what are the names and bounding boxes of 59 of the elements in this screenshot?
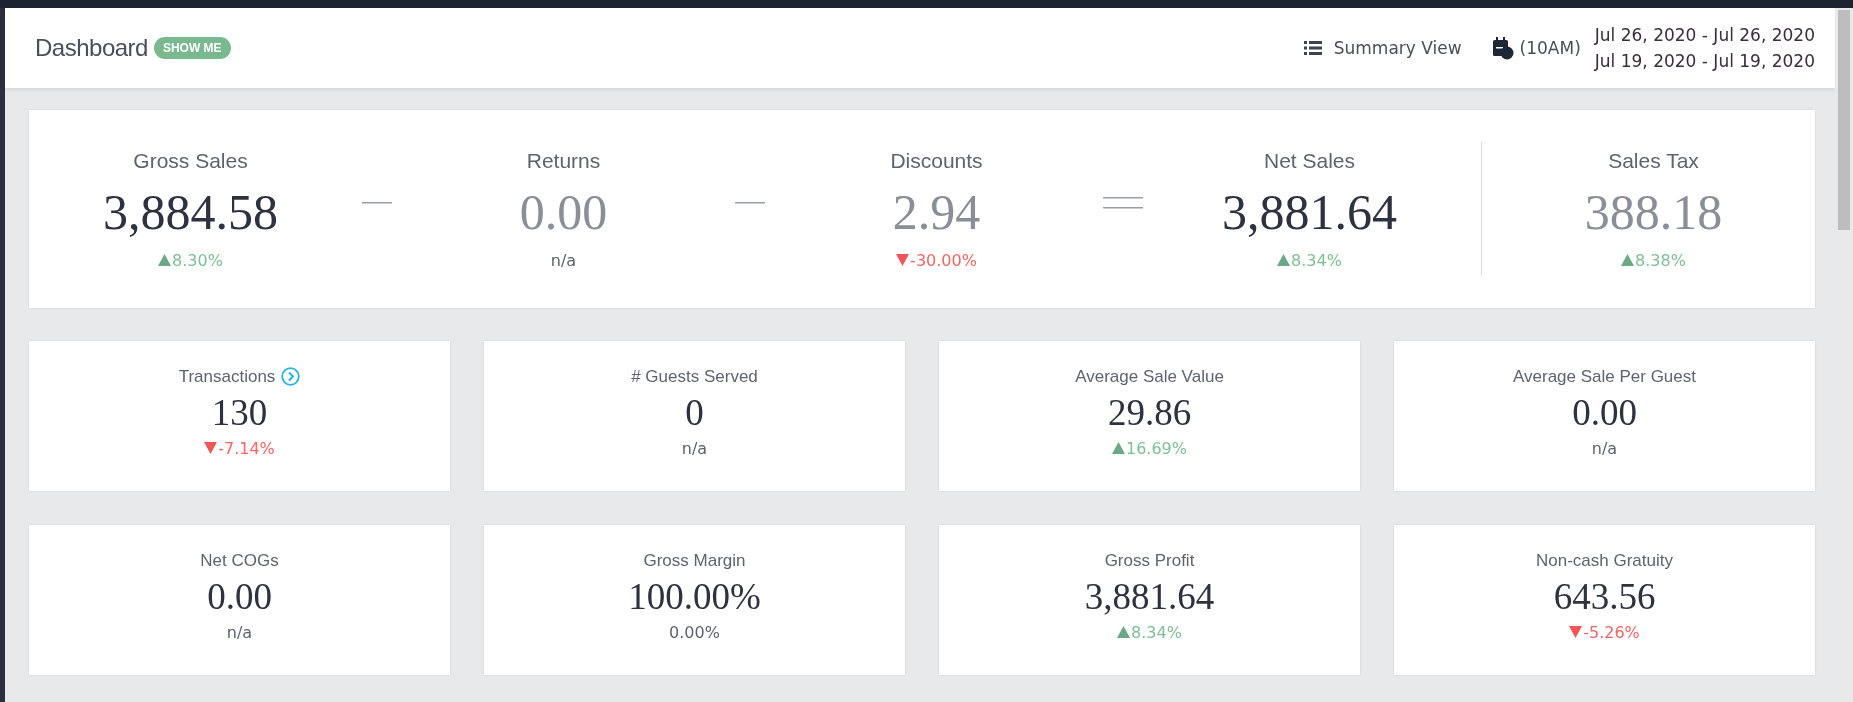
metric-label: Transactions bbox=[178, 366, 276, 387]
arrow-circle-button[interactable] bbox=[281, 367, 301, 386]
up-triangle-icon bbox=[1112, 442, 1125, 454]
change-value: 0.00% bbox=[669, 622, 720, 642]
date-range: Jul 26, 2020 - Jul 26, 2020 bbox=[1594, 25, 1815, 45]
metric-label: Net COGs bbox=[200, 550, 279, 571]
change-value: -30.00% bbox=[910, 250, 977, 270]
metric-value: 0.00 bbox=[1572, 390, 1637, 435]
change-value: -7.14% bbox=[218, 438, 275, 458]
metric-value: 643.56 bbox=[1553, 574, 1656, 619]
summary-value: 3,881.64 bbox=[1222, 182, 1397, 242]
metric-value: 0.00 bbox=[207, 574, 272, 619]
change-value: 8.34% bbox=[1291, 250, 1342, 270]
up-triangle-icon bbox=[1621, 254, 1635, 266]
summary-label: Discounts bbox=[890, 148, 983, 173]
scrollbar-thumb[interactable] bbox=[1838, 10, 1850, 230]
summary-value: 3,884.58 bbox=[103, 182, 278, 242]
metric-label: Gross Margin bbox=[643, 550, 746, 571]
change-value: 8.30% bbox=[172, 250, 223, 270]
change-value: 16.69% bbox=[1126, 438, 1187, 458]
change-value: n/a bbox=[681, 438, 708, 458]
up-triangle-icon bbox=[1277, 254, 1291, 266]
metric-label: Average Sale Value bbox=[1075, 366, 1224, 387]
minus-sign-icon bbox=[362, 202, 392, 204]
up-triangle-icon bbox=[1117, 626, 1131, 638]
summary-view-button[interactable]: Summary View bbox=[1303, 38, 1462, 58]
summary-label: Returns bbox=[526, 148, 601, 173]
summary-value: 2.94 bbox=[892, 182, 981, 242]
metric-label: # Guests Served bbox=[631, 366, 758, 387]
metric-value: 0 bbox=[685, 390, 704, 435]
metric-label: Gross Profit bbox=[1104, 550, 1195, 571]
change-value: -5.26% bbox=[1583, 622, 1640, 642]
change-value: n/a bbox=[1591, 438, 1618, 458]
up-triangle-icon bbox=[158, 254, 172, 266]
change-value: 8.34% bbox=[1131, 622, 1182, 642]
summary-label: Net Sales bbox=[1263, 148, 1355, 173]
summary-value: 0.00 bbox=[519, 182, 608, 242]
calendar-clock-icon bbox=[1491, 36, 1514, 60]
equals-sign-icon bbox=[1103, 197, 1143, 209]
metric-value: 130 bbox=[211, 390, 268, 435]
time-button[interactable]: (10AM) bbox=[1491, 36, 1581, 60]
change-value: n/a bbox=[550, 250, 577, 270]
change-value: n/a bbox=[226, 622, 253, 642]
list-icon bbox=[1303, 41, 1322, 55]
page-title: Dashboard bbox=[35, 34, 148, 62]
down-triangle-icon bbox=[1569, 626, 1583, 638]
change-value: 8.38% bbox=[1635, 250, 1686, 270]
metric-label: Average Sale Per Guest bbox=[1513, 366, 1696, 387]
summary-value: 388.18 bbox=[1584, 182, 1723, 242]
metric-value: 29.86 bbox=[1107, 390, 1192, 435]
down-triangle-icon bbox=[204, 442, 218, 454]
metric-label: Non-cash Gratuity bbox=[1536, 550, 1673, 571]
summary-label: Gross Sales bbox=[133, 148, 248, 173]
minus-sign-icon bbox=[735, 202, 765, 204]
down-triangle-icon bbox=[896, 254, 910, 266]
metric-value: 3,881.64 bbox=[1084, 574, 1215, 619]
date-range: Jul 19, 2020 - Jul 19, 2020 bbox=[1594, 51, 1815, 71]
summary-label: Sales Tax bbox=[1608, 148, 1699, 173]
metric-value: 100.00% bbox=[628, 574, 761, 619]
